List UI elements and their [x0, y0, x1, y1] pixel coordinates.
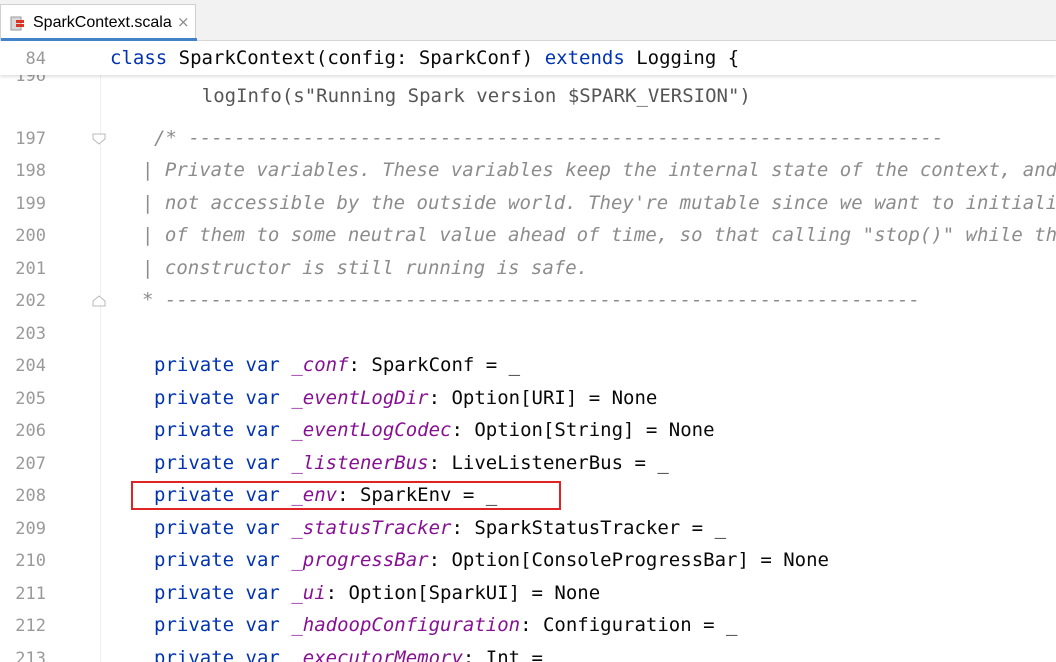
sticky-code-line: class SparkContext(config: SparkConf) ex… [110, 47, 740, 69]
comment-line: | of them to some neutral value ahead of… [142, 224, 1056, 246]
line-number: 201 [15, 259, 46, 279]
line-number-gutter: 196 197 198 199 200 201 202 203 204 205 … [0, 41, 106, 662]
comment-line: | Private variables. These variables kee… [142, 159, 1056, 181]
line-number: 212 [15, 616, 46, 636]
line-number: 211 [15, 584, 46, 604]
sticky-line-number: 84 [25, 49, 46, 69]
field-name: _ui [291, 582, 326, 604]
scala-file-icon [10, 16, 24, 31]
line-number: 205 [15, 389, 46, 409]
code-line-eventlogdir: private var _eventLogDir: Option[URI] = … [154, 387, 658, 409]
line-number: 198 [15, 161, 46, 181]
line-number: 206 [15, 421, 46, 441]
comment-close: * --------------------------------------… [142, 289, 920, 311]
comment-open: /* -------------------------------------… [154, 127, 944, 149]
code-line-eventlogcodec: private var _eventLogCodec: Option[Strin… [154, 419, 715, 441]
fold-marker-icon[interactable] [92, 133, 106, 145]
tab-label: SparkContext.scala [33, 14, 172, 31]
line-number: 209 [15, 519, 46, 539]
line-number: 207 [15, 454, 46, 474]
highlight-annotation-box [131, 481, 561, 510]
sticky-scope-header[interactable]: 84 class SparkContext(config: SparkConf)… [0, 41, 1056, 75]
close-icon[interactable]: × [177, 13, 190, 31]
field-name: _hadoopConfiguration [291, 614, 521, 636]
code-line-listenerbus: private var _listenerBus: LiveListenerBu… [154, 452, 669, 474]
field-name: _progressBar [291, 549, 429, 571]
field-name: _eventLogCodec [291, 419, 452, 441]
line-number: 210 [15, 551, 46, 571]
code-line-hadoopconfiguration: private var _hadoopConfiguration: Config… [154, 614, 738, 636]
line-number: 197 [15, 129, 46, 149]
comment-line: | constructor is still running is safe. [142, 257, 589, 279]
code-line-executormemory: private var _executorMemory: Int = [154, 647, 554, 662]
code-line-conf: private var _conf: SparkConf = _ [154, 354, 521, 376]
line-number: 202 [15, 291, 46, 311]
line-number: 199 [15, 194, 46, 214]
line-number: 203 [15, 324, 46, 344]
fold-end-marker-icon[interactable] [92, 295, 106, 307]
code-line-statustracker: private var _statusTracker: SparkStatusT… [154, 517, 727, 539]
line-number: 204 [15, 356, 46, 376]
field-name: _conf [291, 354, 349, 376]
line-number: 200 [15, 226, 46, 246]
line-number: 213 [15, 649, 46, 662]
field-name: _executorMemory [291, 647, 463, 662]
field-name: _statusTracker [291, 517, 452, 539]
field-name: _listenerBus [291, 452, 429, 474]
code-line-progressbar: private var _progressBar: Option[Console… [154, 549, 829, 571]
line-number: 208 [15, 486, 46, 506]
code-line-ui: private var _ui: Option[SparkUI] = None [154, 582, 601, 604]
code-editor[interactable]: 196 197 198 199 200 201 202 203 204 205 … [0, 41, 1056, 662]
tab-sparkcontext[interactable]: SparkContext.scala × [0, 4, 197, 41]
field-name: _eventLogDir [291, 387, 429, 409]
editor-tab-bar: SparkContext.scala × [0, 0, 1056, 41]
comment-line: | not accessible by the outside world. T… [142, 192, 1056, 214]
